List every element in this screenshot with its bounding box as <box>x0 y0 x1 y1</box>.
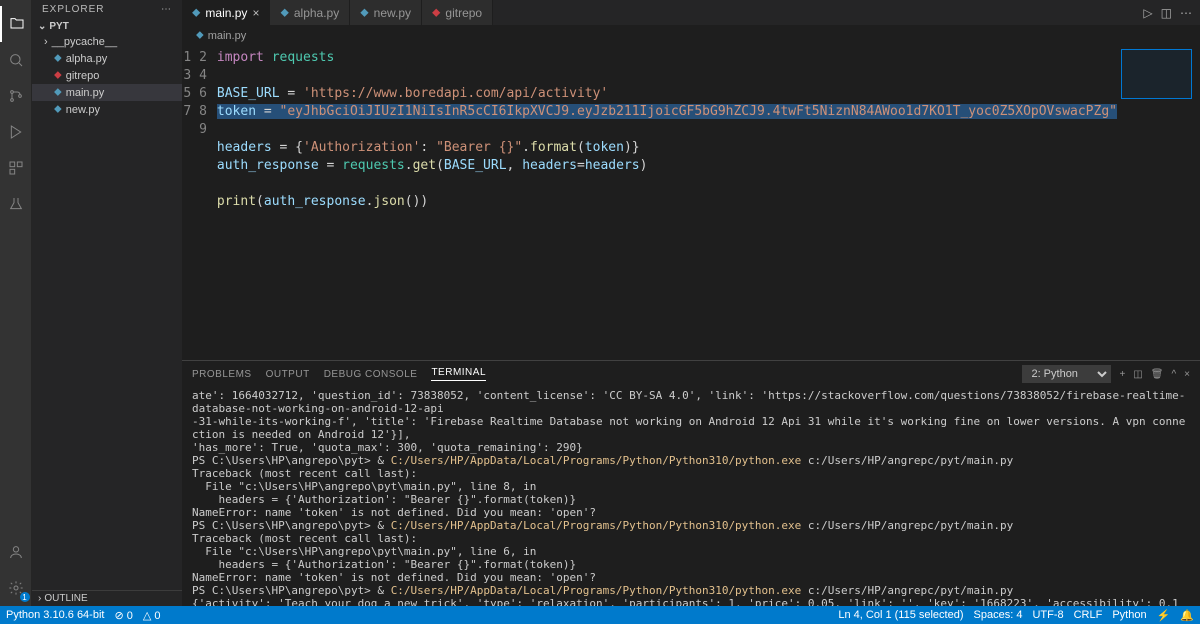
extensions-icon[interactable] <box>0 150 32 186</box>
code-area[interactable]: import requests BASE_URL = 'https://www.… <box>217 45 1117 360</box>
maximize-icon[interactable]: ^ <box>1171 369 1176 380</box>
minimap[interactable] <box>1117 45 1200 360</box>
run-icon[interactable]: ▷ <box>1143 6 1152 20</box>
notifications-icon[interactable]: 🔔 <box>1180 609 1194 622</box>
python-file-icon: ⬥ <box>54 103 62 116</box>
git-file-icon: ⬥ <box>54 69 62 82</box>
cursor-position[interactable]: Ln 4, Col 1 (115 selected) <box>838 609 963 621</box>
gear-icon[interactable] <box>0 570 32 606</box>
status-warnings[interactable]: △ 0 <box>143 609 161 622</box>
chevron-down-icon: ⌄ <box>38 21 46 32</box>
file-alpha[interactable]: ⬥ alpha.py <box>32 50 182 67</box>
close-icon[interactable]: × <box>252 6 259 20</box>
file-label: gitrepo <box>66 70 100 82</box>
python-file-icon: ⬥ <box>54 52 62 65</box>
python-file-icon: ⬥ <box>360 5 368 20</box>
indent-status[interactable]: Spaces: 4 <box>974 609 1023 621</box>
tab-gitrepo[interactable]: ⬥ gitrepo <box>422 0 493 25</box>
panel-tab-output[interactable]: OUTPUT <box>266 369 310 380</box>
project-name: PYT <box>49 21 68 32</box>
search-icon[interactable] <box>0 42 32 78</box>
tab-label: main.py <box>205 6 247 20</box>
split-icon[interactable]: ◫ <box>1161 6 1172 20</box>
python-interpreter[interactable]: Python 3.10.6 64-bit <box>6 609 104 621</box>
panel-tabs: PROBLEMS OUTPUT DEBUG CONSOLE TERMINAL 2… <box>182 361 1200 387</box>
file-gitrepo[interactable]: ⬥ gitrepo <box>32 67 182 84</box>
panel-tab-terminal[interactable]: TERMINAL <box>431 367 486 381</box>
breadcrumb[interactable]: ⬥ main.py <box>182 26 1200 45</box>
file-label: alpha.py <box>66 53 108 65</box>
editor-tabs: ⬥ main.py × ⬥ alpha.py ⬥ new.py ⬥ gitrep… <box>182 0 1200 26</box>
git-file-icon: ⬥ <box>432 5 440 20</box>
close-panel-icon[interactable]: × <box>1184 369 1190 380</box>
editor[interactable]: 1 2 3 4 5 6 7 8 9 import requests BASE_U… <box>182 45 1200 360</box>
chevron-right-icon: › <box>44 36 48 48</box>
terminal-output[interactable]: ate': 1664032712, 'question_id': 7383805… <box>182 387 1200 606</box>
breadcrumb-text: main.py <box>208 30 247 42</box>
file-main[interactable]: ⬥ main.py <box>32 84 182 101</box>
tab-label: new.py <box>374 6 411 20</box>
file-label: new.py <box>66 104 100 116</box>
outline-section[interactable]: › OUTLINE <box>32 590 182 606</box>
sidebar: EXPLORER ⋯ ⌄ PYT › __pycache__ ⬥ alpha.p… <box>32 0 182 606</box>
feedback-icon[interactable]: ⚡ <box>1157 609 1171 622</box>
python-file-icon: ⬥ <box>280 5 288 20</box>
sidebar-title-text: EXPLORER <box>42 4 104 15</box>
tab-label: gitrepo <box>445 6 482 20</box>
python-file-icon: ⬥ <box>196 29 204 42</box>
tab-alpha[interactable]: ⬥ alpha.py <box>270 0 350 25</box>
outline-label: OUTLINE <box>44 593 87 604</box>
folder-label: __pycache__ <box>52 36 117 48</box>
debug-icon[interactable] <box>0 114 32 150</box>
test-icon[interactable] <box>0 186 32 222</box>
encoding-status[interactable]: UTF-8 <box>1032 609 1063 621</box>
panel-tab-debug[interactable]: DEBUG CONSOLE <box>324 369 418 380</box>
sidebar-title: EXPLORER ⋯ <box>32 0 182 19</box>
file-label: main.py <box>66 87 105 99</box>
tab-new[interactable]: ⬥ new.py <box>350 0 422 25</box>
source-control-icon[interactable] <box>0 78 32 114</box>
activity-bar <box>0 0 32 606</box>
new-terminal-icon[interactable]: + <box>1119 369 1125 380</box>
python-file-icon: ⬥ <box>54 86 62 99</box>
tab-label: alpha.py <box>294 6 339 20</box>
chevron-right-icon: › <box>38 593 41 604</box>
language-status[interactable]: Python <box>1112 609 1146 621</box>
accounts-icon[interactable] <box>0 534 32 570</box>
split-terminal-icon[interactable]: ◫ <box>1133 369 1142 380</box>
kill-terminal-icon[interactable]: 🗑 <box>1151 369 1164 380</box>
folder-pycache[interactable]: › __pycache__ <box>32 34 182 50</box>
more-icon[interactable]: ⋯ <box>1180 6 1192 20</box>
explorer-icon[interactable] <box>0 6 32 42</box>
status-errors[interactable]: ⊘ 0 <box>114 609 132 622</box>
project-section[interactable]: ⌄ PYT <box>32 19 182 34</box>
line-gutter: 1 2 3 4 5 6 7 8 9 <box>182 45 217 360</box>
python-file-icon: ⬥ <box>192 5 200 20</box>
panel-tab-problems[interactable]: PROBLEMS <box>192 369 252 380</box>
terminal-shell-select[interactable]: 2: Python <box>1022 365 1111 383</box>
eol-status[interactable]: CRLF <box>1074 609 1103 621</box>
tab-main[interactable]: ⬥ main.py × <box>182 0 270 25</box>
terminal-panel: PROBLEMS OUTPUT DEBUG CONSOLE TERMINAL 2… <box>182 360 1200 606</box>
file-new[interactable]: ⬥ new.py <box>32 101 182 118</box>
status-bar: Python 3.10.6 64-bit ⊘ 0 △ 0 Ln 4, Col 1… <box>0 606 1200 624</box>
more-icon[interactable]: ⋯ <box>161 4 172 15</box>
